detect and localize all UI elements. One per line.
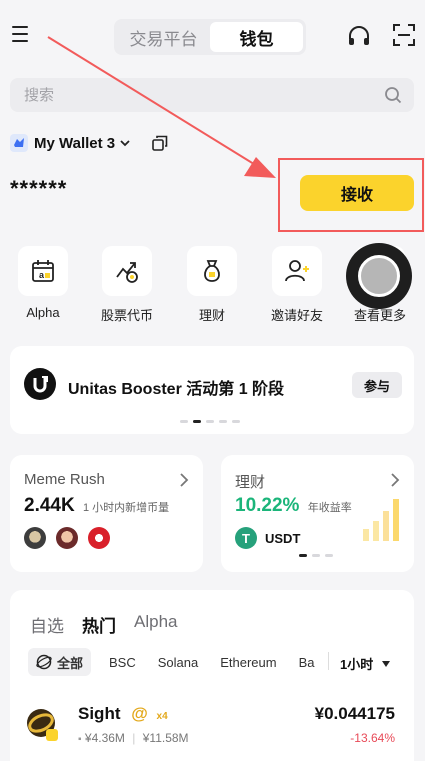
token-change: -13.64% bbox=[350, 731, 395, 745]
meme-rush-title: Meme Rush bbox=[24, 471, 105, 488]
time-filter[interactable]: 1小时 bbox=[327, 652, 391, 673]
finance-card[interactable]: 理财 10.22% 年收益率 T USDT bbox=[221, 455, 414, 572]
tab-watchlist[interactable]: 自选 bbox=[30, 612, 64, 637]
svg-text:a: a bbox=[39, 270, 45, 280]
chevron-right-icon bbox=[180, 473, 189, 487]
tab-hot[interactable]: 热门 bbox=[82, 612, 116, 637]
tab-exchange[interactable]: 交易平台 bbox=[117, 22, 210, 52]
multiplier-badge-icon: x4 bbox=[156, 711, 168, 722]
chevron-down-icon bbox=[120, 140, 130, 147]
headset-icon[interactable] bbox=[346, 24, 372, 50]
meme-coin-list bbox=[24, 527, 120, 549]
sight-token-icon bbox=[26, 707, 60, 741]
join-button[interactable]: 参与 bbox=[352, 372, 402, 398]
chip-all[interactable]: 全部 bbox=[28, 648, 92, 676]
search-bar[interactable] bbox=[10, 78, 414, 112]
copy-icon[interactable] bbox=[152, 135, 168, 151]
meme-rush-card[interactable]: Meme Rush 2.44K 1 小时内新增币量 bbox=[10, 455, 203, 572]
wallet-avatar-icon bbox=[10, 134, 28, 152]
token-volume: ▪ ¥4.36M | ¥11.58M bbox=[78, 731, 189, 745]
action-finance-label: 理财 bbox=[198, 308, 225, 323]
tab-alpha[interactable]: Alpha bbox=[134, 612, 177, 637]
action-alpha-label: Alpha bbox=[26, 305, 60, 320]
tab-wallet[interactable]: 钱包 bbox=[210, 22, 303, 52]
chip-base[interactable]: Ba bbox=[299, 655, 315, 670]
alpha-badge-icon: @ bbox=[131, 704, 148, 723]
carousel-dots bbox=[180, 420, 245, 423]
booster-banner[interactable]: Unitas Booster 活动第 1 阶段 参与 bbox=[10, 346, 414, 434]
add-user-icon bbox=[285, 260, 309, 282]
unitas-logo-icon bbox=[24, 368, 56, 400]
action-invite-label: 邀请好友 bbox=[270, 308, 323, 323]
chip-solana[interactable]: Solana bbox=[158, 655, 198, 670]
meme-rush-value: 2.44K 1 小时内新增币量 bbox=[24, 495, 170, 516]
globe-icon bbox=[36, 654, 52, 670]
token-price: ¥0.044175 bbox=[314, 704, 395, 723]
action-finance[interactable]: 理财 bbox=[178, 246, 246, 324]
action-alpha[interactable]: a Alpha bbox=[9, 246, 77, 320]
action-invite[interactable]: 邀请好友 bbox=[263, 246, 331, 324]
chain-filter: 全部 BSC Solana Ethereum Ba bbox=[28, 648, 337, 676]
usdt-icon: T bbox=[235, 527, 257, 549]
market-tabs: 自选 热门 Alpha bbox=[30, 612, 195, 637]
coin-character-icon bbox=[56, 527, 78, 549]
receive-button[interactable]: 接收 bbox=[300, 175, 414, 211]
caret-down-icon bbox=[382, 660, 391, 667]
token-name[interactable]: Sight @ x4 bbox=[78, 704, 168, 724]
floating-assistive-button[interactable] bbox=[346, 243, 412, 309]
chart-coin-icon bbox=[116, 262, 138, 283]
scan-icon[interactable] bbox=[393, 24, 415, 46]
wallet-selector[interactable]: My Wallet 3 bbox=[10, 132, 131, 154]
wallet-name: My Wallet 3 bbox=[34, 134, 116, 152]
chip-ethereum[interactable]: Ethereum bbox=[220, 655, 276, 670]
mode-switch: 交易平台 钱包 bbox=[114, 19, 306, 55]
menu-icon[interactable] bbox=[12, 26, 28, 44]
action-stock-token[interactable]: 股票代币 bbox=[93, 246, 161, 324]
lock-icon: ▪ bbox=[78, 734, 82, 745]
balance-masked[interactable]: ****** bbox=[10, 176, 67, 202]
growth-bars-icon bbox=[363, 499, 399, 541]
action-stock-token-label: 股票代币 bbox=[100, 308, 153, 323]
coin-dog-icon bbox=[24, 527, 46, 549]
calendar-a-icon: a bbox=[32, 260, 54, 282]
money-bag-icon bbox=[204, 260, 220, 282]
finance-apy: 10.22% 年收益率 bbox=[235, 495, 352, 516]
chevron-right-icon bbox=[391, 473, 400, 487]
finance-title: 理财 bbox=[235, 474, 266, 491]
search-input[interactable] bbox=[10, 78, 414, 112]
chip-bsc[interactable]: BSC bbox=[109, 655, 136, 670]
finance-asset: T USDT bbox=[235, 527, 300, 549]
finance-dots bbox=[299, 554, 338, 557]
search-icon[interactable] bbox=[384, 86, 402, 104]
coin-cola-icon bbox=[88, 527, 110, 549]
booster-title: Unitas Booster 活动第 1 阶段 bbox=[68, 381, 285, 398]
